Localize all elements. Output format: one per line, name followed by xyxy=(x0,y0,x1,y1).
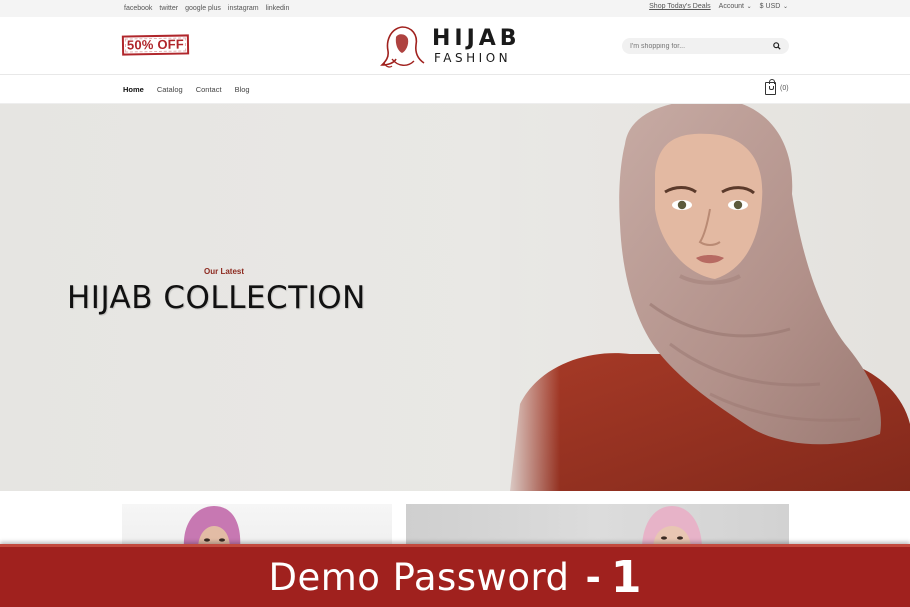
hijab-logo-icon xyxy=(380,26,425,68)
hero-title: HIJAB COLLECTION xyxy=(67,280,366,316)
hero-model-image xyxy=(500,104,910,491)
nav-item-catalog[interactable]: Catalog xyxy=(157,85,183,94)
logo-text-fashion: FASHION xyxy=(434,51,512,65)
demo-password-number: 1 xyxy=(610,551,642,603)
social-link-instagram[interactable]: instagram xyxy=(228,5,259,12)
search-icon[interactable] xyxy=(773,42,781,50)
nav-item-home[interactable]: Home xyxy=(123,85,144,94)
discount-badge[interactable]: 50% OFF xyxy=(121,34,190,56)
product-image-2 xyxy=(642,506,702,549)
social-link-facebook[interactable]: facebook xyxy=(124,5,152,12)
social-link-google-plus[interactable]: google plus xyxy=(185,5,221,12)
demo-password-banner: Demo Password - 1 xyxy=(0,544,910,607)
currency-dropdown[interactable]: $ USD ⌄ xyxy=(760,3,788,10)
product-tiles xyxy=(0,491,910,549)
cart-icon xyxy=(765,79,776,95)
social-link-linkedin[interactable]: linkedin xyxy=(266,5,290,12)
top-bar: facebook twitter google plus instagram l… xyxy=(0,0,910,17)
currency-label: $ USD xyxy=(759,3,781,10)
product-tile-1[interactable] xyxy=(122,504,392,549)
main-nav: Home Catalog Contact Blog (0) xyxy=(0,75,910,104)
account-dropdown[interactable]: Account ⌄ xyxy=(719,3,752,10)
hero-eyebrow: Our Latest xyxy=(204,267,245,276)
site-header: 50% OFF HIJAB FASHION xyxy=(0,17,910,75)
hero-banner[interactable]: Our Latest HIJAB COLLECTION xyxy=(0,104,910,491)
demo-password-label: Demo Password xyxy=(268,555,570,599)
nav-item-contact[interactable]: Contact xyxy=(196,85,222,94)
chevron-down-icon: ⌄ xyxy=(744,4,752,10)
logo-text-hijab: HIJAB xyxy=(432,26,521,51)
chevron-down-icon: ⌄ xyxy=(781,4,788,10)
social-links: facebook twitter google plus instagram l… xyxy=(124,5,289,12)
product-image-1 xyxy=(183,506,241,549)
product-tile-2[interactable] xyxy=(406,504,789,549)
top-bar-right: Shop Today's Deals Account ⌄ $ USD ⌄ xyxy=(649,3,788,10)
cart-button[interactable]: (0) xyxy=(765,79,789,95)
demo-password-dash: - xyxy=(585,555,601,599)
deals-link[interactable]: Shop Today's Deals xyxy=(649,3,711,10)
cart-count: (0) xyxy=(780,85,789,92)
site-logo[interactable]: HIJAB FASHION xyxy=(380,21,540,71)
social-link-twitter[interactable]: twitter xyxy=(159,5,178,12)
search-bar xyxy=(622,38,789,54)
nav-links: Home Catalog Contact Blog xyxy=(123,85,250,94)
account-label: Account xyxy=(718,3,744,10)
nav-item-blog[interactable]: Blog xyxy=(235,85,250,94)
search-input[interactable] xyxy=(630,40,765,52)
